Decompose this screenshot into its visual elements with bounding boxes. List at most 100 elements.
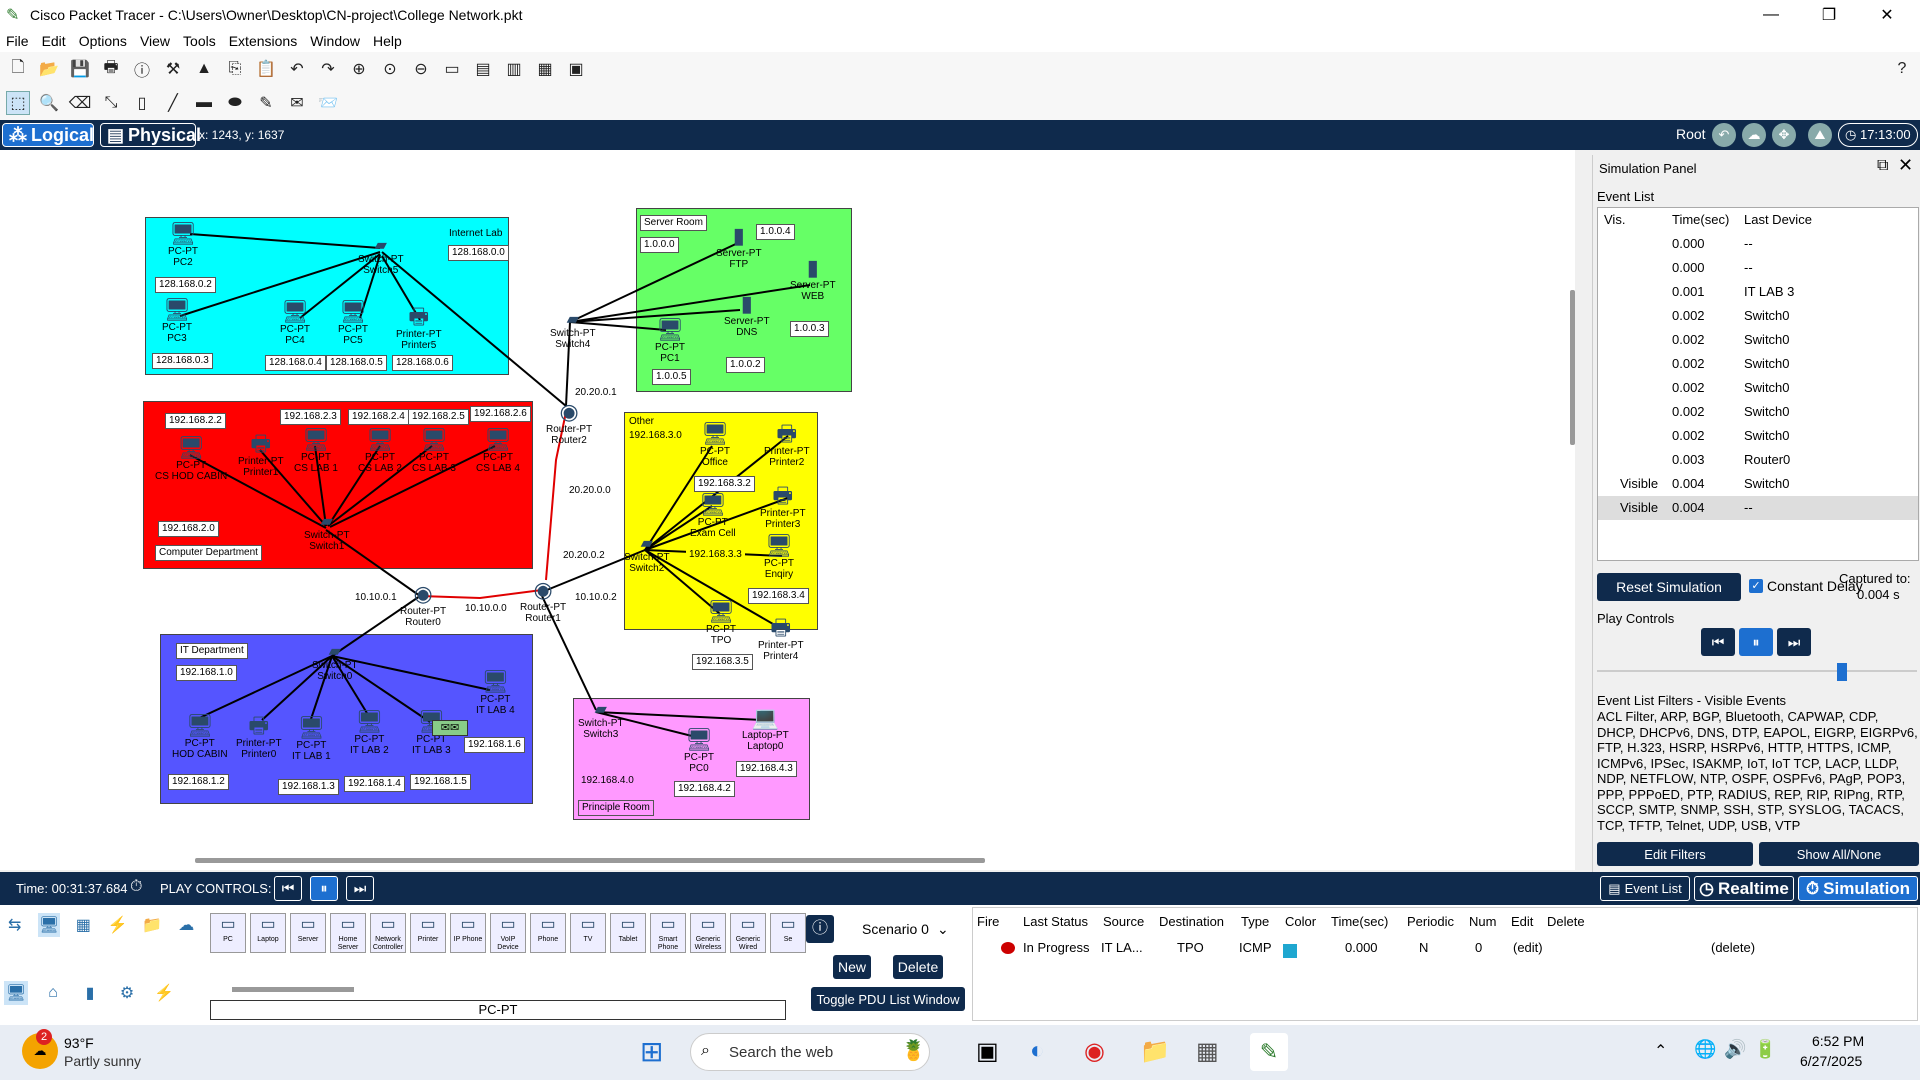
- device-switch5[interactable]: ▰ Switch-PT Switch5: [358, 238, 404, 277]
- event-row[interactable]: Visible 0.004 Switch0: [1598, 472, 1918, 496]
- inspect-icon[interactable]: 🔍: [37, 91, 61, 115]
- minimize-button[interactable]: —: [1748, 0, 1794, 30]
- event-row[interactable]: 0.002 Switch0: [1598, 352, 1918, 376]
- ellipse-icon[interactable]: ⬬: [223, 91, 247, 115]
- palette-item[interactable]: ▭ Home Server: [330, 913, 366, 953]
- undock-icon[interactable]: ⧉: [1877, 157, 1888, 175]
- device-it-lab-2[interactable]: 🖥 PC-PT IT LAB 2: [350, 710, 389, 757]
- back-icon[interactable]: ↶: [1712, 123, 1736, 147]
- device-dns-server[interactable]: ▮ Server-PT DNS: [724, 292, 770, 339]
- pdu-delete-link[interactable]: (delete): [1711, 940, 1755, 955]
- event-row[interactable]: Visible 0.004 --: [1598, 496, 1918, 520]
- zoom-reset-icon[interactable]: ⊙: [378, 57, 402, 81]
- vertical-scrollbar[interactable]: [1570, 290, 1575, 445]
- menu-tools[interactable]: Tools: [183, 33, 216, 49]
- calculator-icon[interactable]: ▦: [1196, 1037, 1219, 1066]
- simulation-tab[interactable]: ⏱ Simulation: [1798, 876, 1918, 901]
- open-folder-icon[interactable]: 📂: [37, 57, 61, 81]
- connections-icon[interactable]: ⚡: [107, 913, 128, 937]
- simple-pdu-icon[interactable]: ✉: [285, 91, 309, 115]
- file-explorer-icon[interactable]: 📁: [1140, 1037, 1170, 1066]
- step-back-button[interactable]: ⏮: [274, 876, 302, 901]
- wizard-icon[interactable]: ⚒: [161, 57, 185, 81]
- move-icon[interactable]: ✥: [1772, 123, 1796, 147]
- search-box[interactable]: ⌕ Search the web 🍍: [690, 1033, 930, 1071]
- device-web-server[interactable]: ▮ Server-PT WEB: [790, 256, 836, 303]
- device-pc1[interactable]: 🖥 PC-PT PC1: [655, 318, 685, 365]
- scenario-select[interactable]: Scenario 0 ⌄: [862, 917, 958, 941]
- freeform-icon[interactable]: ✎: [254, 91, 278, 115]
- palette-item[interactable]: ▭ IP Phone: [450, 913, 486, 953]
- menu-options[interactable]: Options: [79, 33, 127, 49]
- pause-button[interactable]: ⏸: [1739, 628, 1773, 656]
- task-view-icon[interactable]: ▣: [976, 1037, 999, 1066]
- device-hod-cabin[interactable]: 🖥 PC-PT HOD CABIN: [172, 714, 228, 761]
- line-icon[interactable]: ╱: [161, 91, 185, 115]
- activity-wizard-icon[interactable]: ▲: [192, 57, 216, 81]
- packet-tracer-icon[interactable]: ✎: [1250, 1033, 1288, 1071]
- undo-icon[interactable]: ↶: [285, 57, 309, 81]
- device-tpo[interactable]: 🖥 PC-PT TPO: [706, 600, 736, 647]
- event-row[interactable]: 0.002 Switch0: [1598, 400, 1918, 424]
- event-row[interactable]: 0.002 Switch0: [1598, 328, 1918, 352]
- drawing-palette-icon[interactable]: ▭: [440, 57, 464, 81]
- step-forward-button[interactable]: ⏭: [346, 876, 374, 901]
- palette-item[interactable]: ▭ Network Controller: [370, 913, 406, 953]
- delete-icon[interactable]: ⌫: [68, 91, 92, 115]
- copy-icon[interactable]: ⎘: [223, 57, 247, 81]
- device-laptop0[interactable]: 💻 Laptop-PT Laptop0: [742, 706, 789, 753]
- palette-item[interactable]: ▭ Se: [770, 913, 806, 953]
- device-it-lab-4[interactable]: 🖥 PC-PT IT LAB 4: [476, 670, 515, 717]
- print-icon[interactable]: 🖶: [99, 57, 123, 81]
- components-icon[interactable]: ▦: [73, 913, 94, 937]
- step-back-button[interactable]: ⏮: [1701, 628, 1735, 656]
- cluster-icon[interactable]: ☁: [1742, 123, 1766, 147]
- palette-scrollbar[interactable]: [232, 987, 354, 992]
- menu-extensions[interactable]: Extensions: [229, 33, 297, 49]
- palette-item[interactable]: ▭ Laptop: [250, 913, 286, 953]
- palette-item[interactable]: ▭ VoIP Device: [490, 913, 526, 953]
- event-list-table[interactable]: Vis. Time(sec) Last Device 0.000 -- 0.000 -…: [1597, 207, 1919, 561]
- event-row[interactable]: 0.003 Router0: [1598, 448, 1918, 472]
- device-pc2[interactable]: 🖥 PC-PT PC2: [168, 222, 198, 269]
- event-row[interactable]: 0.002 Switch0: [1598, 376, 1918, 400]
- pdu-list-icon[interactable]: ▥: [502, 57, 526, 81]
- close-button[interactable]: ✕: [1864, 0, 1910, 30]
- menu-window[interactable]: Window: [310, 33, 360, 49]
- device-router2[interactable]: ◉ Router-PT Router2: [546, 400, 592, 447]
- new-scenario-button[interactable]: New: [833, 955, 871, 979]
- reset-simulation-button[interactable]: Reset Simulation: [1597, 573, 1741, 601]
- speed-slider-handle[interactable]: [1837, 663, 1847, 681]
- device-printer2[interactable]: 🖶 Printer-PT Printer2: [764, 422, 810, 469]
- menu-view[interactable]: View: [140, 33, 170, 49]
- menu-file[interactable]: File: [6, 33, 29, 49]
- clock[interactable]: ◷ 17:13:00: [1838, 123, 1918, 147]
- palette-item[interactable]: ▭ Printer: [410, 913, 446, 953]
- edge-icon[interactable]: ◐: [1030, 1037, 1045, 1065]
- industrial-icon[interactable]: ⚙: [115, 981, 139, 1005]
- logical-workspace[interactable]: Internet Lab 128.168.0.0 Server Room 1.0…: [0, 150, 1575, 870]
- device-cs-lab-1[interactable]: 🖥 PC-PT CS LAB 1: [294, 428, 338, 475]
- background-icon[interactable]: ⛰: [1808, 123, 1832, 147]
- chevron-up-icon[interactable]: ⌃: [1654, 1041, 1667, 1061]
- device-printer4[interactable]: 🖶 Printer-PT Printer4: [758, 616, 804, 663]
- realtime-tab[interactable]: ◷ Realtime: [1694, 876, 1794, 901]
- end-devices-icon[interactable]: 🖥: [38, 913, 60, 937]
- end-devices-sub-icon[interactable]: 🖥: [4, 981, 28, 1005]
- device-printer0[interactable]: 🖶 Printer-PT Printer0: [236, 714, 282, 761]
- device-router1[interactable]: ◉ Router-PT Router1: [520, 578, 566, 625]
- smart-city-icon[interactable]: ▮: [78, 981, 102, 1005]
- pdu-envelope-icon[interactable]: ✉✉: [432, 720, 468, 736]
- event-row[interactable]: 0.001 IT LAB 3: [1598, 280, 1918, 304]
- device-pc4[interactable]: 🖥 PC-PT PC4: [280, 300, 310, 347]
- new-file-icon[interactable]: 🗋: [6, 57, 30, 81]
- start-icon[interactable]: ⊞: [640, 1037, 670, 1067]
- device-pc5[interactable]: 🖥 PC-PT PC5: [338, 300, 368, 347]
- screenshot-icon[interactable]: ▣: [564, 57, 588, 81]
- delete-scenario-button[interactable]: Delete: [893, 955, 943, 979]
- power-grid-icon[interactable]: ⚡: [152, 981, 176, 1005]
- speed-slider-track[interactable]: [1597, 670, 1917, 672]
- info-icon[interactable]: ⓘ: [806, 915, 834, 943]
- close-panel-icon[interactable]: ✕: [1898, 155, 1913, 176]
- network-devices-icon[interactable]: ⇆: [4, 913, 25, 937]
